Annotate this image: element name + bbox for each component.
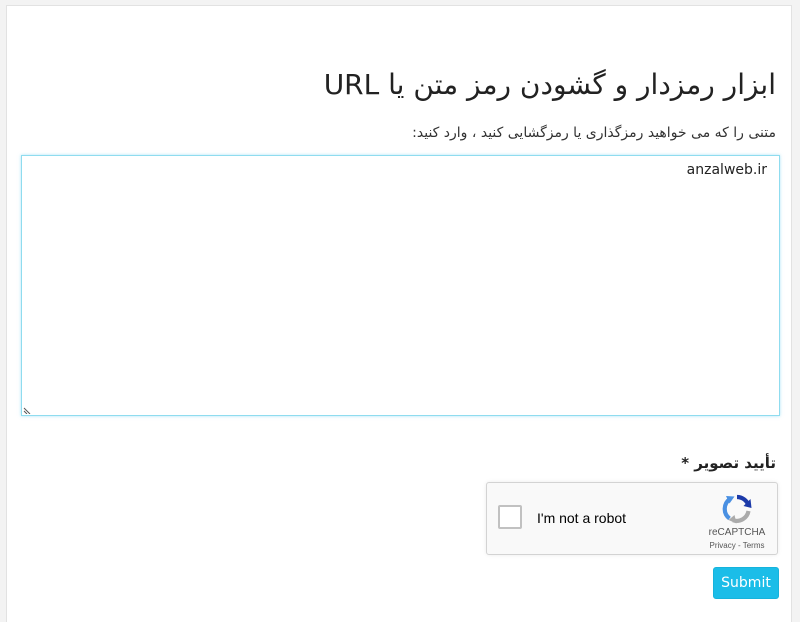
captcha-label: تأیید تصویر *: [681, 454, 776, 472]
text-input[interactable]: anzalweb.ir: [21, 155, 780, 416]
input-instruction: متنی را که می خواهید رمزگذاری یا رمزگشای…: [412, 125, 776, 141]
resize-grip-icon[interactable]: [23, 405, 32, 414]
recaptcha-logo-icon: [722, 494, 752, 524]
recaptcha-text: I'm not a robot: [537, 510, 627, 526]
recaptcha-privacy-link[interactable]: Privacy: [710, 541, 736, 550]
recaptcha-checkbox[interactable]: [498, 505, 522, 529]
recaptcha-brand: reCAPTCHA: [708, 527, 766, 538]
recaptcha-widget: I'm not a robot reCAPTCHA Privacy - Term…: [486, 482, 778, 555]
recaptcha-links: Privacy - Terms: [699, 541, 775, 550]
page-title: ابزار رمزدار و گشودن رمز متن یا URL: [323, 68, 776, 101]
submit-button[interactable]: Submit: [713, 567, 779, 599]
recaptcha-terms-link[interactable]: Terms: [743, 541, 765, 550]
recaptcha-links-separator: -: [735, 541, 743, 550]
tool-card: ابزار رمزدار و گشودن رمز متن یا URL متنی…: [6, 5, 792, 622]
page: ابزار رمزدار و گشودن رمز متن یا URL متنی…: [0, 0, 800, 622]
